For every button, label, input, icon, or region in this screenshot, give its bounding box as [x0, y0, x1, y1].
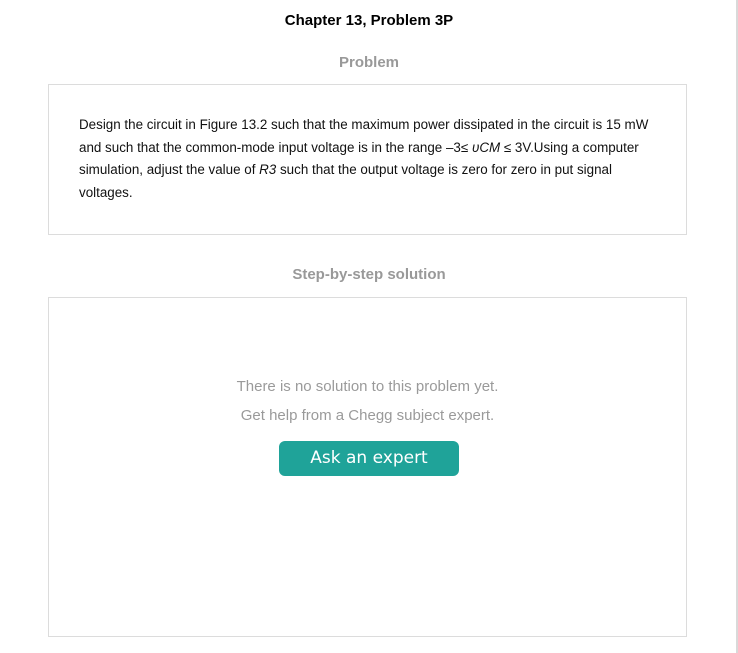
problem-variable-r3: R3 [259, 162, 277, 178]
problem-heading: Problem [338, 54, 399, 71]
no-solution-line: There is no solution to this problem yet… [236, 378, 499, 395]
problem-panel: Design the circuit in Figure 13.2 such t… [48, 84, 687, 235]
no-solution-message: There is no solution to this problem yet… [49, 372, 686, 430]
problem-variable-vcm: υCM [471, 139, 501, 155]
chapter-title: Chapter 13, Problem 3P [284, 12, 454, 29]
expert-help-line: Get help from a Chegg subject expert. [240, 407, 495, 424]
ask-an-expert-button[interactable]: Ask an expert [279, 441, 459, 476]
solution-heading: Step-by-step solution [292, 266, 446, 283]
solution-panel: There is no solution to this problem yet… [48, 297, 687, 637]
problem-statement: Design the circuit in Figure 13.2 such t… [79, 114, 664, 204]
